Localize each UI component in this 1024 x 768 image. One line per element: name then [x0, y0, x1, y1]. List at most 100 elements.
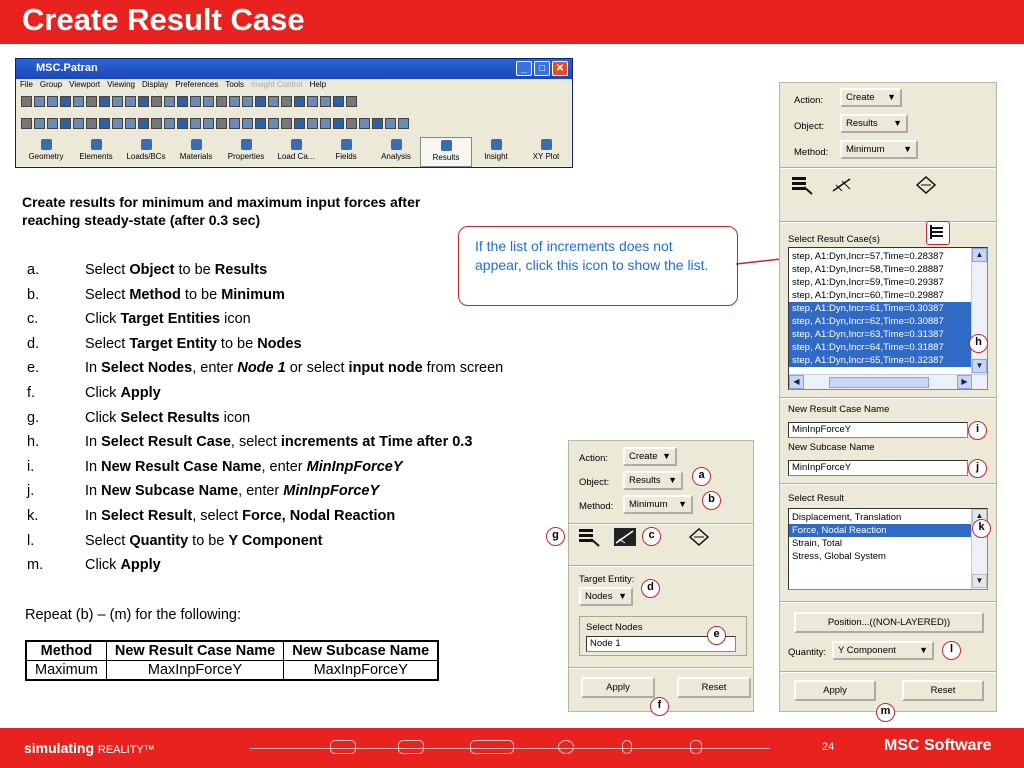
- toolbar-icon[interactable]: [21, 96, 32, 107]
- toolbar-icon[interactable]: [216, 96, 227, 107]
- horizontal-scrollbar[interactable]: ◀ ▶: [789, 374, 987, 389]
- toolbar-icon[interactable]: [86, 118, 97, 129]
- toolbar-icon[interactable]: [190, 96, 201, 107]
- toolbar-icon[interactable]: [346, 118, 357, 129]
- result-case-list[interactable]: step, A1:Dyn,Incr=57,Time=0.28387 step, A…: [788, 247, 988, 390]
- scroll-up-icon[interactable]: ▲: [972, 248, 987, 262]
- app-button[interactable]: Geometry: [20, 137, 72, 167]
- vertical-scrollbar[interactable]: ▲ ▼: [971, 248, 987, 374]
- action-dropdown[interactable]: Create ▼: [840, 88, 902, 107]
- toolbar-icon[interactable]: [320, 96, 331, 107]
- toolbar-icon[interactable]: [255, 96, 266, 107]
- select-result-list[interactable]: Displacement, Translation Force, Nodal Re…: [788, 508, 988, 590]
- scroll-down-icon[interactable]: ▼: [972, 574, 987, 588]
- app-button[interactable]: XY Plot: [520, 137, 572, 167]
- app-button[interactable]: Insight: [470, 137, 522, 167]
- menu-item[interactable]: Viewport: [69, 80, 100, 89]
- menu-item[interactable]: Preferences: [175, 80, 218, 89]
- app-button[interactable]: Materials: [170, 137, 222, 167]
- target-entities-icon[interactable]: [830, 175, 854, 195]
- toolbar-icon[interactable]: [281, 96, 292, 107]
- maximize-icon[interactable]: □: [534, 61, 550, 76]
- toolbar-icon[interactable]: [151, 96, 162, 107]
- list-item[interactable]: step, A1:Dyn,Incr=58,Time=0.28887: [789, 263, 971, 276]
- list-item[interactable]: Strain, Total: [789, 537, 971, 550]
- new-result-case-name-input[interactable]: MinInpForceY: [788, 422, 968, 438]
- toolbar-icon[interactable]: [346, 96, 357, 107]
- toolbar-icon[interactable]: [138, 96, 149, 107]
- apply-button[interactable]: Apply: [794, 680, 876, 701]
- position-button[interactable]: Position...((NON-LAYERED)): [794, 612, 984, 633]
- quantity-dropdown[interactable]: Y Component ▼: [832, 641, 934, 660]
- list-item[interactable]: step, A1:Dyn,Incr=57,Time=0.28387: [789, 250, 971, 263]
- list-item[interactable]: step, A1:Dyn,Incr=61,Time=0.30387: [789, 302, 971, 315]
- target-entities-icon[interactable]: [613, 527, 637, 547]
- toolbar-icon[interactable]: [164, 118, 175, 129]
- apply-button[interactable]: Apply: [581, 677, 655, 698]
- reset-button[interactable]: Reset: [677, 677, 751, 698]
- toolbar-icon[interactable]: [294, 118, 305, 129]
- toolbar-icon[interactable]: [112, 96, 123, 107]
- app-button[interactable]: Results: [420, 137, 472, 167]
- toolbar-icon[interactable]: [216, 118, 227, 129]
- toolbar-icon[interactable]: [125, 118, 136, 129]
- list-item[interactable]: step, A1:Dyn,Incr=60,Time=0.29887: [789, 289, 971, 302]
- toolbar-icon[interactable]: [177, 118, 188, 129]
- app-button[interactable]: Fields: [320, 137, 372, 167]
- list-item[interactable]: Displacement, Translation: [789, 511, 971, 524]
- scroll-thumb[interactable]: [829, 377, 929, 388]
- toolbar-icon[interactable]: [138, 118, 149, 129]
- toolbar-icon[interactable]: [99, 96, 110, 107]
- method-dropdown[interactable]: Minimum ▼: [623, 495, 693, 514]
- scroll-right-icon[interactable]: ▶: [957, 375, 972, 389]
- toolbar-icon[interactable]: [47, 118, 58, 129]
- minimize-icon[interactable]: _: [516, 61, 532, 76]
- app-button[interactable]: Loads/BCs: [120, 137, 172, 167]
- toolbar-icon[interactable]: [60, 118, 71, 129]
- toolbar-icon[interactable]: [385, 118, 396, 129]
- toolbar-icon[interactable]: [34, 118, 45, 129]
- object-dropdown[interactable]: Results ▼: [623, 471, 683, 490]
- select-results-icon[interactable]: [790, 175, 814, 195]
- app-button[interactable]: Load Ca...: [270, 137, 322, 167]
- list-item[interactable]: step, A1:Dyn,Incr=63,Time=0.31387: [789, 328, 971, 341]
- list-item[interactable]: step, A1:Dyn,Incr=62,Time=0.30887: [789, 315, 971, 328]
- target-entity-dropdown[interactable]: Nodes ▼: [579, 587, 633, 606]
- toolbar-icon[interactable]: [21, 118, 32, 129]
- display-attributes-icon[interactable]: [687, 527, 711, 547]
- toolbar-icon[interactable]: [73, 96, 84, 107]
- app-button[interactable]: Properties: [220, 137, 272, 167]
- toolbar-icon[interactable]: [333, 96, 344, 107]
- toolbar-icon[interactable]: [229, 96, 240, 107]
- toolbar-icon[interactable]: [86, 96, 97, 107]
- toolbar-icon[interactable]: [203, 118, 214, 129]
- toolbar-icon[interactable]: [203, 96, 214, 107]
- scroll-down-icon[interactable]: ▼: [972, 359, 987, 373]
- menu-item[interactable]: Display: [142, 80, 168, 89]
- new-subcase-name-input[interactable]: MinInpForceY: [788, 460, 968, 476]
- display-attributes-icon[interactable]: [914, 175, 938, 195]
- toolbar-icon[interactable]: [268, 118, 279, 129]
- menu-item[interactable]: Viewing: [107, 80, 135, 89]
- show-list-button[interactable]: [926, 221, 950, 245]
- toolbar-icon[interactable]: [47, 96, 58, 107]
- toolbar-icon[interactable]: [177, 96, 188, 107]
- reset-button[interactable]: Reset: [902, 680, 984, 701]
- scroll-left-icon[interactable]: ◀: [789, 375, 804, 389]
- menu-item[interactable]: Help: [310, 80, 326, 89]
- method-dropdown[interactable]: Minimum ▼: [840, 140, 918, 159]
- toolbar-icon[interactable]: [164, 96, 175, 107]
- toolbar-icon[interactable]: [359, 118, 370, 129]
- select-results-icon[interactable]: [577, 527, 601, 547]
- menu-item[interactable]: Insight Control: [251, 80, 303, 89]
- menu-item[interactable]: Tools: [225, 80, 244, 89]
- toolbar-icon[interactable]: [294, 96, 305, 107]
- toolbar-icon[interactable]: [73, 118, 84, 129]
- list-item[interactable]: Stress, Global System: [789, 550, 971, 563]
- toolbar-icon[interactable]: [255, 118, 266, 129]
- toolbar-icon[interactable]: [372, 118, 383, 129]
- list-item[interactable]: step, A1:Dyn,Incr=64,Time=0.31887: [789, 341, 971, 354]
- toolbar-icon[interactable]: [307, 118, 318, 129]
- toolbar-icon[interactable]: [242, 96, 253, 107]
- app-button[interactable]: Analysis: [370, 137, 422, 167]
